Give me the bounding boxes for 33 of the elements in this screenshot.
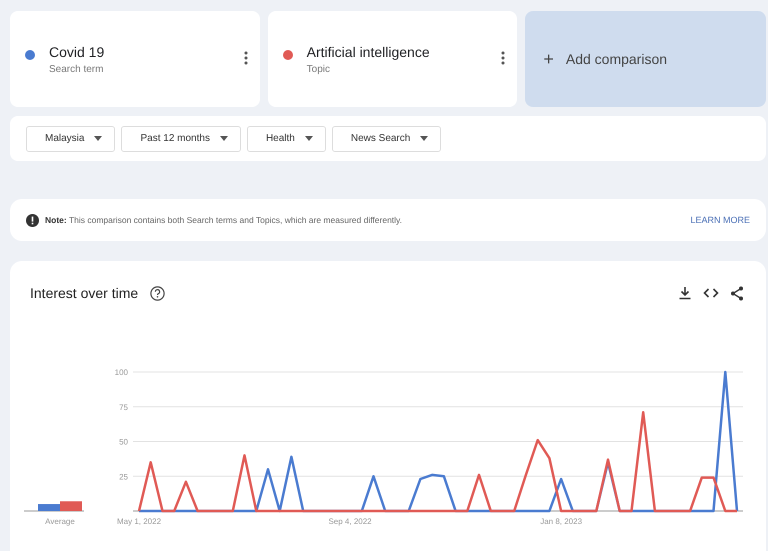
more-icon[interactable] <box>501 51 506 65</box>
download-icon[interactable] <box>678 286 692 300</box>
axis-label: 50 <box>119 438 128 446</box>
embed-icon[interactable] <box>703 286 719 300</box>
term-card[interactable]: Covid 19 Search term <box>10 11 260 107</box>
caret-icon <box>220 136 228 141</box>
axis-label: 75 <box>119 402 128 412</box>
axis-label: May 1, 2022 <box>116 517 162 526</box>
filter-dropdown[interactable]: Past 12 months <box>121 126 241 152</box>
term-card[interactable]: Artificial intelligence Topic <box>268 11 518 107</box>
term-name: Artificial intelligence <box>306 44 431 60</box>
caret-icon <box>94 136 102 141</box>
alert-icon <box>26 214 39 226</box>
axis-label: Average <box>45 517 75 526</box>
note-text: Note: This comparison contains both Search terms and Topics, which are measured differently. <box>45 215 404 225</box>
axis-label: Sep 4, 2022 <box>328 517 372 526</box>
caret-icon <box>420 136 428 141</box>
term-type: Topic <box>306 64 332 75</box>
term-type: Search term <box>49 64 104 75</box>
learn-more-link[interactable]: LEARN MORE <box>690 215 750 225</box>
axis-label: 100 <box>114 368 128 377</box>
axis-label: 25 <box>119 472 128 482</box>
term-name: Covid 19 <box>49 44 106 60</box>
more-icon[interactable] <box>244 51 248 65</box>
filter-dropdown[interactable]: Malaysia <box>26 126 116 152</box>
caret-icon <box>304 136 313 141</box>
filter-dropdown[interactable]: Health <box>246 126 326 152</box>
share-icon[interactable] <box>730 286 744 300</box>
section-title: Interest over time <box>30 285 138 301</box>
help-icon[interactable] <box>150 286 166 300</box>
filter-dropdown[interactable]: News Search <box>332 126 442 152</box>
add-comparison-button[interactable]: + Add comparison <box>525 11 766 107</box>
axis-label: Jan 8, 2023 <box>540 517 582 526</box>
